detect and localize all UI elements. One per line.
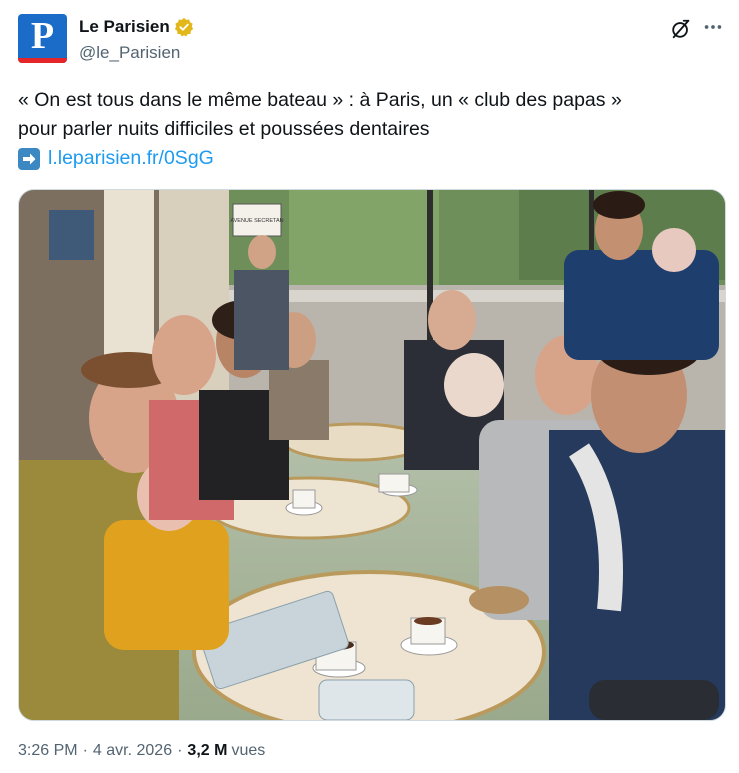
article-link[interactable]: l.leparisien.fr/0SgG <box>48 144 214 173</box>
views-count: 3,2 M <box>187 742 228 759</box>
tweet-time[interactable]: 3:26 PM <box>18 742 78 760</box>
grok-icon[interactable] <box>670 18 692 40</box>
tweet-date[interactable]: 4 avr. 2026 <box>93 742 172 760</box>
views-label: vues <box>231 742 266 759</box>
meta-separator: · <box>177 742 183 759</box>
tweet-meta: 3:26 PM · 4 avr. 2026 · 3,2 M vues <box>18 742 265 760</box>
tweet-header: P Le Parisien @le_Parisien <box>18 14 723 66</box>
meta-separator: · <box>82 742 88 759</box>
tweet-text-line-1: « On est tous dans le même bateau » : à … <box>18 89 622 111</box>
cafe-group-photo: AVENUE SECRETAN <box>19 190 725 720</box>
handle[interactable]: @le_Parisien <box>79 43 180 63</box>
tweet-link-row: l.leparisien.fr/0SgG <box>18 144 718 173</box>
avatar-letter: P <box>30 15 55 57</box>
name-row: Le Parisien <box>79 16 194 38</box>
avatar-stripe <box>18 58 67 63</box>
display-name[interactable]: Le Parisien <box>79 17 170 37</box>
verified-badge-icon[interactable] <box>174 17 194 37</box>
tweet-photo[interactable]: AVENUE SECRETAN <box>18 189 726 721</box>
avatar[interactable]: P <box>18 14 67 63</box>
street-sign: AVENUE SECRETAN <box>230 218 283 224</box>
right-arrow-icon <box>18 147 40 170</box>
more-options-icon[interactable] <box>702 16 724 38</box>
tweet-text: « On est tous dans le même bateau » : à … <box>18 86 718 173</box>
tweet-text-line-2: pour parler nuits difficiles et poussées… <box>18 118 430 140</box>
